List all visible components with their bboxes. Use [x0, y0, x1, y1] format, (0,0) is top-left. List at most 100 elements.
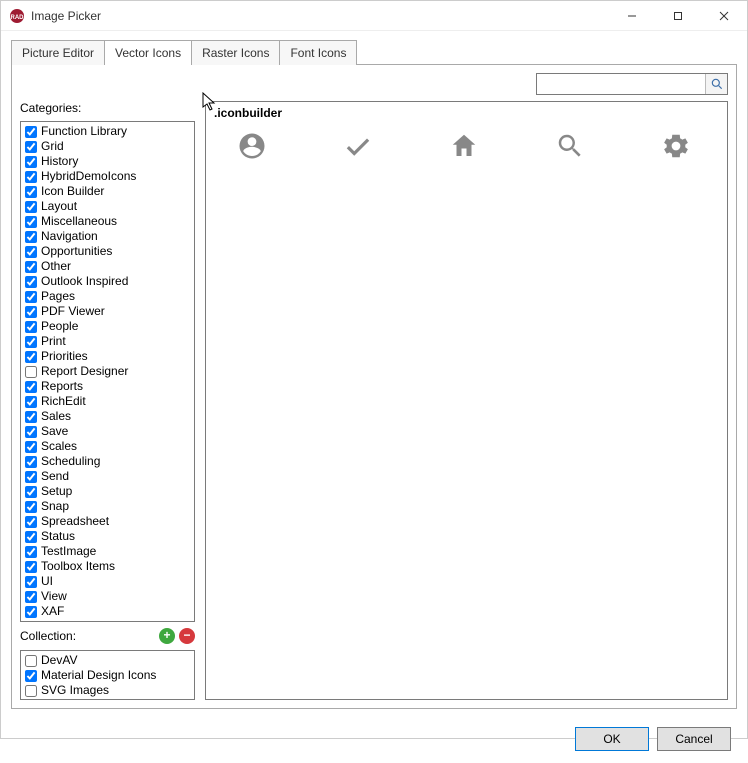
category-item-checkbox[interactable] — [25, 366, 37, 378]
category-item[interactable]: PDF Viewer — [23, 304, 192, 319]
category-item[interactable]: History — [23, 154, 192, 169]
tab-vector-icons[interactable]: Vector Icons — [104, 40, 192, 65]
category-item[interactable]: Scales — [23, 439, 192, 454]
category-item-checkbox[interactable] — [25, 321, 37, 333]
category-item-checkbox[interactable] — [25, 486, 37, 498]
category-item[interactable]: UI — [23, 574, 192, 589]
category-item-label: Report Designer — [41, 364, 128, 379]
category-item-checkbox[interactable] — [25, 396, 37, 408]
tab-raster-icons[interactable]: Raster Icons — [191, 40, 280, 65]
window-title: Image Picker — [31, 9, 101, 23]
category-item[interactable]: Report Designer — [23, 364, 192, 379]
category-item[interactable]: Layout — [23, 199, 192, 214]
home-icon[interactable] — [446, 128, 482, 164]
category-item-checkbox[interactable] — [25, 351, 37, 363]
category-item-checkbox[interactable] — [25, 201, 37, 213]
category-item-checkbox[interactable] — [25, 531, 37, 543]
category-item-checkbox[interactable] — [25, 336, 37, 348]
category-item[interactable]: Priorities — [23, 349, 192, 364]
category-item-checkbox[interactable] — [25, 171, 37, 183]
category-item-checkbox[interactable] — [25, 141, 37, 153]
category-item-checkbox[interactable] — [25, 246, 37, 258]
categories-list[interactable]: Function LibraryGridHistoryHybridDemoIco… — [20, 121, 195, 622]
category-item-checkbox[interactable] — [25, 441, 37, 453]
category-item-checkbox[interactable] — [25, 516, 37, 528]
collections-list[interactable]: DevAVMaterial Design IconsSVG Images — [20, 650, 195, 700]
checkmark-icon[interactable] — [340, 128, 376, 164]
collection-item[interactable]: Material Design Icons — [23, 668, 192, 683]
category-item[interactable]: RichEdit — [23, 394, 192, 409]
category-item-checkbox[interactable] — [25, 546, 37, 558]
minimize-button[interactable] — [609, 1, 655, 31]
category-item-checkbox[interactable] — [25, 381, 37, 393]
category-item[interactable]: Send — [23, 469, 192, 484]
category-item-checkbox[interactable] — [25, 411, 37, 423]
category-item-checkbox[interactable] — [25, 126, 37, 138]
category-item[interactable]: Toolbox Items — [23, 559, 192, 574]
search-icon[interactable] — [552, 128, 588, 164]
collection-item-checkbox[interactable] — [25, 685, 37, 697]
category-item[interactable]: Status — [23, 529, 192, 544]
category-item-label: Opportunities — [41, 244, 112, 259]
category-item[interactable]: Navigation — [23, 229, 192, 244]
category-item[interactable]: XAF — [23, 604, 192, 619]
dialog-buttons: OK Cancel — [1, 719, 747, 763]
category-item[interactable]: Snap — [23, 499, 192, 514]
category-item[interactable]: Scheduling — [23, 454, 192, 469]
category-item-checkbox[interactable] — [25, 501, 37, 513]
search-button[interactable] — [705, 74, 727, 94]
collection-item[interactable]: DevAV — [23, 653, 192, 668]
category-item[interactable]: Spreadsheet — [23, 514, 192, 529]
close-button[interactable] — [701, 1, 747, 31]
category-item[interactable]: View — [23, 589, 192, 604]
category-item[interactable]: Other — [23, 259, 192, 274]
category-item[interactable]: Outlook Inspired — [23, 274, 192, 289]
category-item-checkbox[interactable] — [25, 156, 37, 168]
category-item[interactable]: Print — [23, 334, 192, 349]
ok-button[interactable]: OK — [575, 727, 649, 751]
category-item[interactable]: Function Library — [23, 124, 192, 139]
category-item-checkbox[interactable] — [25, 456, 37, 468]
category-item-checkbox[interactable] — [25, 186, 37, 198]
category-item[interactable]: Opportunities — [23, 244, 192, 259]
category-item-checkbox[interactable] — [25, 276, 37, 288]
category-item-checkbox[interactable] — [25, 561, 37, 573]
collection-item-checkbox[interactable] — [25, 655, 37, 667]
settings-icon[interactable] — [658, 128, 694, 164]
category-item[interactable]: Miscellaneous — [23, 214, 192, 229]
category-item[interactable]: Grid — [23, 139, 192, 154]
category-item[interactable]: HybridDemoIcons — [23, 169, 192, 184]
category-item[interactable]: Icon Builder — [23, 184, 192, 199]
search-input[interactable] — [537, 74, 705, 94]
category-item-checkbox[interactable] — [25, 261, 37, 273]
category-item[interactable]: Reports — [23, 379, 192, 394]
category-item[interactable]: Sales — [23, 409, 192, 424]
category-item[interactable]: Save — [23, 424, 192, 439]
tab-picture-editor[interactable]: Picture Editor — [11, 40, 105, 65]
category-item-checkbox[interactable] — [25, 471, 37, 483]
category-item-checkbox[interactable] — [25, 606, 37, 618]
category-item-checkbox[interactable] — [25, 291, 37, 303]
collection-label: Collection: — [20, 629, 155, 643]
collection-item[interactable]: SVG Images — [23, 683, 192, 698]
category-item-checkbox[interactable] — [25, 231, 37, 243]
category-item-checkbox[interactable] — [25, 591, 37, 603]
category-item-checkbox[interactable] — [25, 576, 37, 588]
account-circle-icon[interactable] — [234, 128, 270, 164]
category-item-checkbox[interactable] — [25, 306, 37, 318]
collection-item-checkbox[interactable] — [25, 670, 37, 682]
maximize-button[interactable] — [655, 1, 701, 31]
category-item[interactable]: Setup — [23, 484, 192, 499]
tab-font-icons[interactable]: Font Icons — [279, 40, 357, 65]
category-item-checkbox[interactable] — [25, 216, 37, 228]
category-item[interactable]: People — [23, 319, 192, 334]
category-item[interactable]: TestImage — [23, 544, 192, 559]
tab-content: Categories: Function LibraryGridHistoryH… — [11, 64, 737, 709]
left-column: Categories: Function LibraryGridHistoryH… — [20, 101, 195, 700]
category-item-label: Layout — [41, 199, 77, 214]
remove-collection-button[interactable]: − — [179, 628, 195, 644]
add-collection-button[interactable]: + — [159, 628, 175, 644]
cancel-button[interactable]: Cancel — [657, 727, 731, 751]
category-item[interactable]: Pages — [23, 289, 192, 304]
category-item-checkbox[interactable] — [25, 426, 37, 438]
